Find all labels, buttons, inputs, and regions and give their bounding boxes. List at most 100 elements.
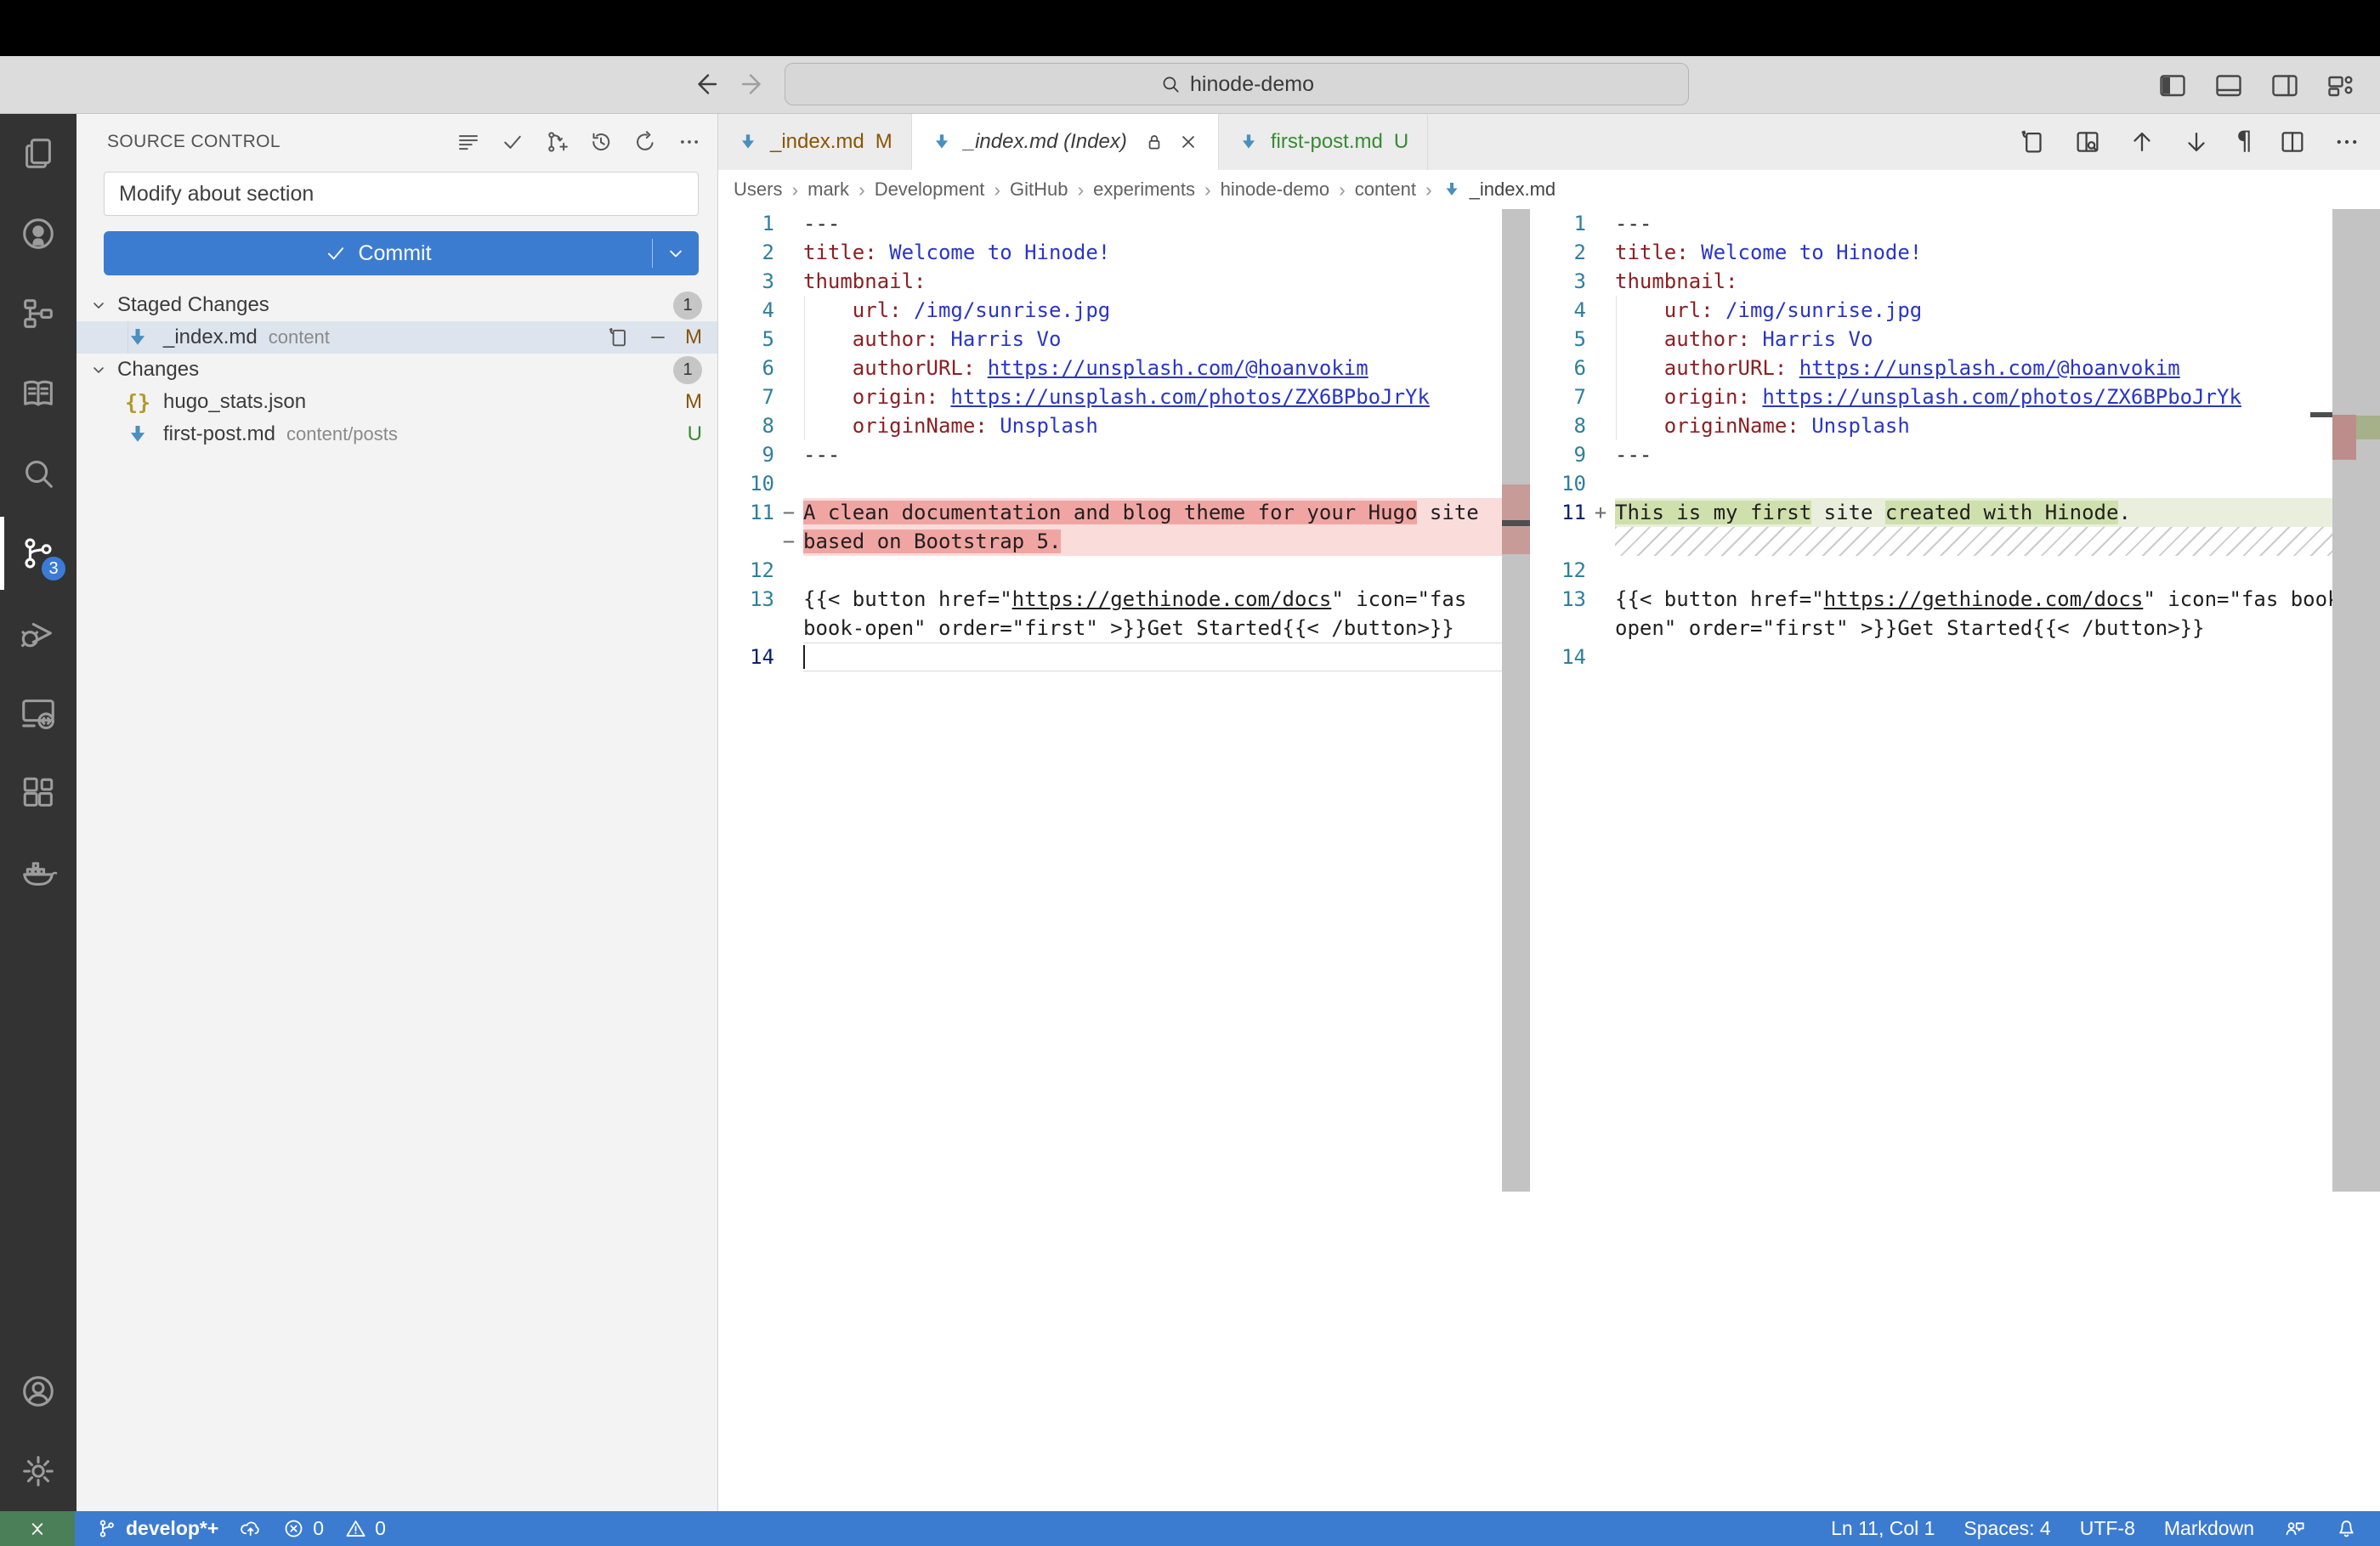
activity-item-run-and-debug[interactable]	[0, 593, 76, 673]
editor-action-split-editor[interactable]	[2278, 127, 2307, 156]
left-scrollbar[interactable]	[1502, 209, 1530, 1192]
status-encoding[interactable]: UTF-8	[2080, 1517, 2135, 1540]
activity-item-github[interactable]	[0, 194, 76, 274]
activity-item-source-control[interactable]: 3	[0, 513, 76, 593]
split-editor-icon[interactable]	[2278, 127, 2307, 156]
open-file-icon[interactable]	[607, 326, 631, 349]
breadcrumb-item[interactable]: _index.md	[1442, 178, 1556, 201]
status-branch[interactable]: develop*+	[95, 1517, 218, 1540]
code-line[interactable]: 11+This is my first site created with Hi…	[1530, 498, 2380, 527]
code-line[interactable]: 8 originName: Unsplash	[1530, 411, 2380, 440]
breadcrumb-item[interactable]: Development	[875, 178, 985, 201]
unstage-icon[interactable]	[646, 326, 670, 349]
editor-action-pilcrow[interactable]: ¶	[2236, 129, 2252, 155]
command-center-search[interactable]: hinode-demo	[785, 63, 1689, 105]
code-line[interactable]: 8 originName: Unsplash	[718, 411, 1530, 440]
code-line[interactable]: 13{{< button href="https://gethinode.com…	[718, 585, 1530, 643]
code-line[interactable]: 4 url: /img/sunrise.jpg	[718, 296, 1530, 325]
code-line[interactable]: 3thumbnail:	[1530, 267, 2380, 296]
code-line[interactable]: 6 authorURL: https://unsplash.com/@hoanv…	[1530, 354, 2380, 382]
pilcrow-icon[interactable]: ¶	[2236, 127, 2252, 156]
activity-item-docs-view[interactable]	[0, 354, 76, 433]
breadcrumb-item[interactable]: mark	[808, 178, 849, 201]
layout-customize-button[interactable]	[2326, 70, 2356, 100]
layout-sidebar-left-button[interactable]	[2157, 70, 2188, 100]
open-file-icon[interactable]	[2019, 127, 2048, 156]
code-line[interactable]: 5 author: Harris Vo	[718, 325, 1530, 354]
editor-action-preview[interactable]	[2073, 127, 2102, 156]
status-indentation[interactable]: Spaces: 4	[1964, 1517, 2050, 1540]
commit-button[interactable]: Commit	[104, 231, 699, 275]
code-line[interactable]: 7 origin: https://unsplash.com/photos/ZX…	[718, 382, 1530, 411]
code-line[interactable]: 5 author: Harris Vo	[1530, 325, 2380, 354]
right-scrollbar[interactable]	[2332, 209, 2380, 1192]
code-line[interactable]: 13{{< button href="https://gethinode.com…	[1530, 585, 2380, 643]
code-line[interactable]: 1---	[718, 209, 1530, 238]
prev-change-icon[interactable]	[2128, 127, 2156, 156]
code-line[interactable]: 9---	[1530, 440, 2380, 469]
breadcrumb-item[interactable]: content	[1355, 178, 1416, 201]
code-line[interactable]: 11−−A clean documentation and blog theme…	[718, 498, 1530, 556]
status-errors[interactable]: 0	[282, 1517, 324, 1540]
scm-file-_index.md[interactable]: _index.mdcontentM	[76, 321, 717, 354]
code-line[interactable]: 9---	[718, 440, 1530, 469]
tab-close[interactable]	[1177, 131, 1199, 153]
scm-create-branch-button[interactable]	[544, 129, 570, 155]
scrollbar-handle[interactable]	[1502, 520, 1530, 526]
status-feedback[interactable]	[2283, 1517, 2306, 1540]
activity-item-accounts[interactable]	[0, 1351, 76, 1431]
code-line[interactable]: 7 origin: https://unsplash.com/photos/ZX…	[1530, 382, 2380, 411]
activity-item-extensions[interactable]	[0, 753, 76, 833]
code-line[interactable]: 10	[718, 469, 1530, 498]
more-icon[interactable]	[2332, 127, 2361, 156]
scm-more-button[interactable]	[677, 129, 702, 155]
activity-item-remote-explorer[interactable]	[0, 673, 76, 753]
code-line[interactable]: 2title: Welcome to Hinode!	[718, 238, 1530, 267]
back-button[interactable]	[690, 69, 721, 99]
next-change-icon[interactable]	[2182, 127, 2211, 156]
editor-action-prev-change[interactable]	[2128, 127, 2156, 156]
breadcrumb-item[interactable]: GitHub	[1010, 178, 1068, 201]
code-line[interactable]: 14	[1530, 643, 2380, 671]
code-line[interactable]: 14	[718, 643, 1530, 671]
scm-history-button[interactable]	[588, 129, 614, 155]
scrollbar-handle[interactable]	[2310, 412, 2332, 417]
breadcrumb-item[interactable]: hinode-demo	[1221, 178, 1329, 201]
editor-tab-index.mdIndex[interactable]: _index.md (Index)	[912, 114, 1219, 170]
scm-commit-check-button[interactable]	[500, 129, 525, 155]
breadcrumb-item[interactable]: experiments	[1093, 178, 1195, 201]
remote-indicator[interactable]	[0, 1511, 75, 1546]
scm-file-hugo_stats.json[interactable]: {}hugo_stats.jsonM	[76, 386, 717, 418]
scm-section-staged-changes[interactable]: Staged Changes1	[76, 289, 717, 321]
editor-action-open-file[interactable]	[2019, 127, 2048, 156]
row-action-unstage[interactable]	[646, 326, 670, 349]
code-line[interactable]: 6 authorURL: https://unsplash.com/@hoanv…	[718, 354, 1530, 382]
scm-file-first-post.md[interactable]: first-post.mdcontent/postsU	[76, 418, 717, 450]
commit-button-main[interactable]: Commit	[104, 241, 652, 266]
editor-tab-first-post.md[interactable]: first-post.mdU	[1219, 114, 1428, 170]
close-icon[interactable]	[1177, 131, 1199, 153]
code-line[interactable]: 12	[718, 556, 1530, 585]
activity-item-explorer[interactable]	[0, 114, 76, 194]
status-cursor-position[interactable]: Ln 11, Col 1	[1831, 1517, 1935, 1540]
activity-item-docker[interactable]	[0, 833, 76, 913]
breadcrumb-item[interactable]: Users	[734, 178, 782, 201]
status-language-mode[interactable]: Markdown	[2164, 1517, 2254, 1540]
code-line[interactable]: 12	[1530, 556, 2380, 585]
editor-tab-index.md[interactable]: _index.mdM	[718, 114, 912, 170]
code-line[interactable]: 1---	[1530, 209, 2380, 238]
row-action-open-file[interactable]	[607, 326, 631, 349]
activity-item-hierarchy[interactable]	[0, 274, 76, 354]
commit-message-input[interactable]: Modify about section	[104, 172, 699, 216]
commit-dropdown-button[interactable]	[653, 241, 699, 265]
scm-refresh-button[interactable]	[632, 129, 658, 155]
activity-item-settings[interactable]	[0, 1431, 76, 1511]
editor-action-next-change[interactable]	[2182, 127, 2211, 156]
activity-item-search[interactable]	[0, 433, 76, 513]
code-line[interactable]: 3thumbnail:	[718, 267, 1530, 296]
preview-icon[interactable]	[2073, 127, 2102, 156]
code-line[interactable]: 4 url: /img/sunrise.jpg	[1530, 296, 2380, 325]
code-line[interactable]: 2title: Welcome to Hinode!	[1530, 238, 2380, 267]
status-notifications[interactable]	[2335, 1517, 2358, 1540]
layout-sidebar-right-button[interactable]	[2270, 70, 2300, 100]
